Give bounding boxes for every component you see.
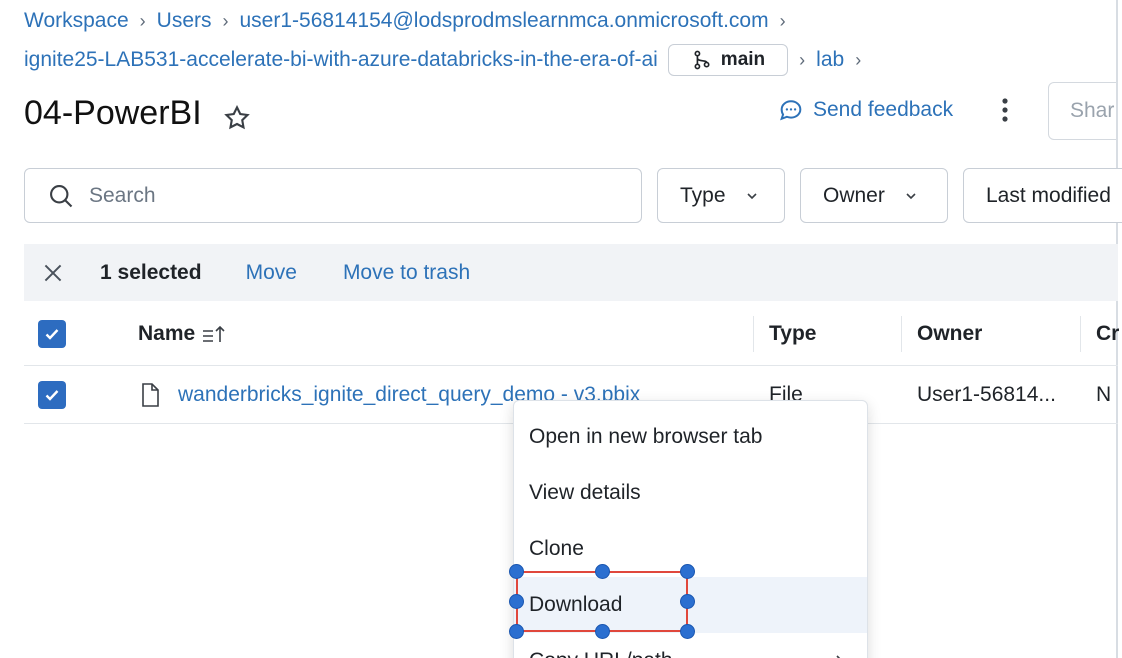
breadcrumb-users[interactable]: Users (157, 9, 212, 33)
menu-item-view-details[interactable]: View details (514, 465, 867, 521)
page-title-text: 04-PowerBI (24, 94, 202, 132)
type-filter-label: Type (680, 183, 726, 207)
owner-filter-label: Owner (823, 183, 885, 207)
resize-handle[interactable] (680, 624, 695, 639)
column-divider[interactable] (753, 316, 754, 352)
column-header-created[interactable]: Cr (1096, 302, 1119, 366)
context-menu: Open in new browser tab View details Clo… (513, 400, 868, 658)
chevron-right-icon: › (855, 49, 862, 70)
search-box[interactable] (24, 168, 642, 223)
column-header-name[interactable]: Name (138, 302, 227, 366)
resize-handle[interactable] (680, 564, 695, 579)
file-created-cell: N (1096, 383, 1112, 406)
send-feedback-button[interactable]: Send feedback (777, 96, 953, 124)
chevron-right-icon: › (222, 10, 229, 31)
branch-name: main (720, 49, 766, 70)
breadcrumb-user-folder[interactable]: user1-56814154@lodsprodmslearnmca.onmicr… (240, 9, 769, 33)
git-branch-icon (694, 50, 710, 70)
owner-filter-dropdown[interactable]: Owner (800, 168, 948, 223)
check-icon (45, 329, 59, 340)
breadcrumb-repo[interactable]: ignite25-LAB531-accelerate-bi-with-azure… (24, 48, 658, 72)
resize-handle[interactable] (680, 594, 695, 609)
breadcrumb: Workspace › Users › user1-56814154@lodsp… (24, 9, 797, 33)
chat-bubble-icon (780, 100, 802, 121)
checkbox-checked[interactable] (38, 381, 66, 409)
column-header-owner[interactable]: Owner (917, 302, 982, 366)
resize-handle[interactable] (509, 564, 524, 579)
check-icon (45, 390, 59, 401)
chevron-right-icon: › (139, 10, 146, 31)
breadcrumb-lab[interactable]: lab (816, 48, 844, 72)
selected-count: 1 selected (100, 260, 202, 284)
kebab-menu-icon[interactable] (994, 96, 1016, 126)
file-icon (142, 383, 159, 407)
column-header-name-label: Name (138, 322, 196, 345)
checkbox-checked[interactable] (38, 320, 66, 348)
move-button[interactable]: Move (246, 261, 297, 285)
last-modified-filter-dropdown[interactable]: Last modified (963, 168, 1122, 223)
menu-item-copy-url-path-label: Copy URL/path (529, 649, 673, 658)
last-modified-filter-label: Last modified (986, 183, 1111, 207)
selection-toolbar: 1 selected Move Move to trash (24, 244, 1118, 301)
resize-handle[interactable] (509, 624, 524, 639)
resize-handle[interactable] (509, 594, 524, 609)
chevron-down-icon (906, 192, 916, 199)
move-to-trash-button[interactable]: Move to trash (343, 261, 470, 285)
breadcrumb-line-2: ignite25-LAB531-accelerate-bi-with-azure… (24, 44, 872, 76)
menu-item-open-new-tab[interactable]: Open in new browser tab (514, 409, 867, 465)
table-header: Name Type Owner Cr (24, 302, 1119, 366)
page-title: 04-PowerBI (24, 94, 252, 133)
star-icon[interactable] (222, 103, 252, 133)
resize-handle[interactable] (595, 624, 610, 639)
select-all-checkbox[interactable] (38, 302, 66, 366)
chevron-right-icon: › (779, 10, 786, 31)
search-input[interactable] (89, 183, 589, 208)
close-icon[interactable] (40, 260, 66, 286)
branch-selector-button[interactable]: main (667, 44, 789, 76)
sort-ascending-icon[interactable] (201, 323, 227, 345)
resize-handle[interactable] (595, 564, 610, 579)
breadcrumb-workspace[interactable]: Workspace (24, 9, 129, 33)
type-filter-dropdown[interactable]: Type (657, 168, 785, 223)
column-divider[interactable] (1080, 316, 1081, 352)
chevron-right-icon (836, 655, 841, 658)
file-owner-cell: User1-56814... (917, 383, 1056, 406)
send-feedback-label: Send feedback (813, 98, 954, 121)
chevron-down-icon (746, 192, 757, 199)
chevron-right-icon: › (799, 49, 806, 70)
column-divider[interactable] (901, 316, 902, 352)
column-header-type[interactable]: Type (769, 302, 816, 366)
search-icon (50, 184, 73, 207)
share-button[interactable]: Shar (1048, 82, 1122, 140)
row-checkbox[interactable] (38, 366, 66, 424)
